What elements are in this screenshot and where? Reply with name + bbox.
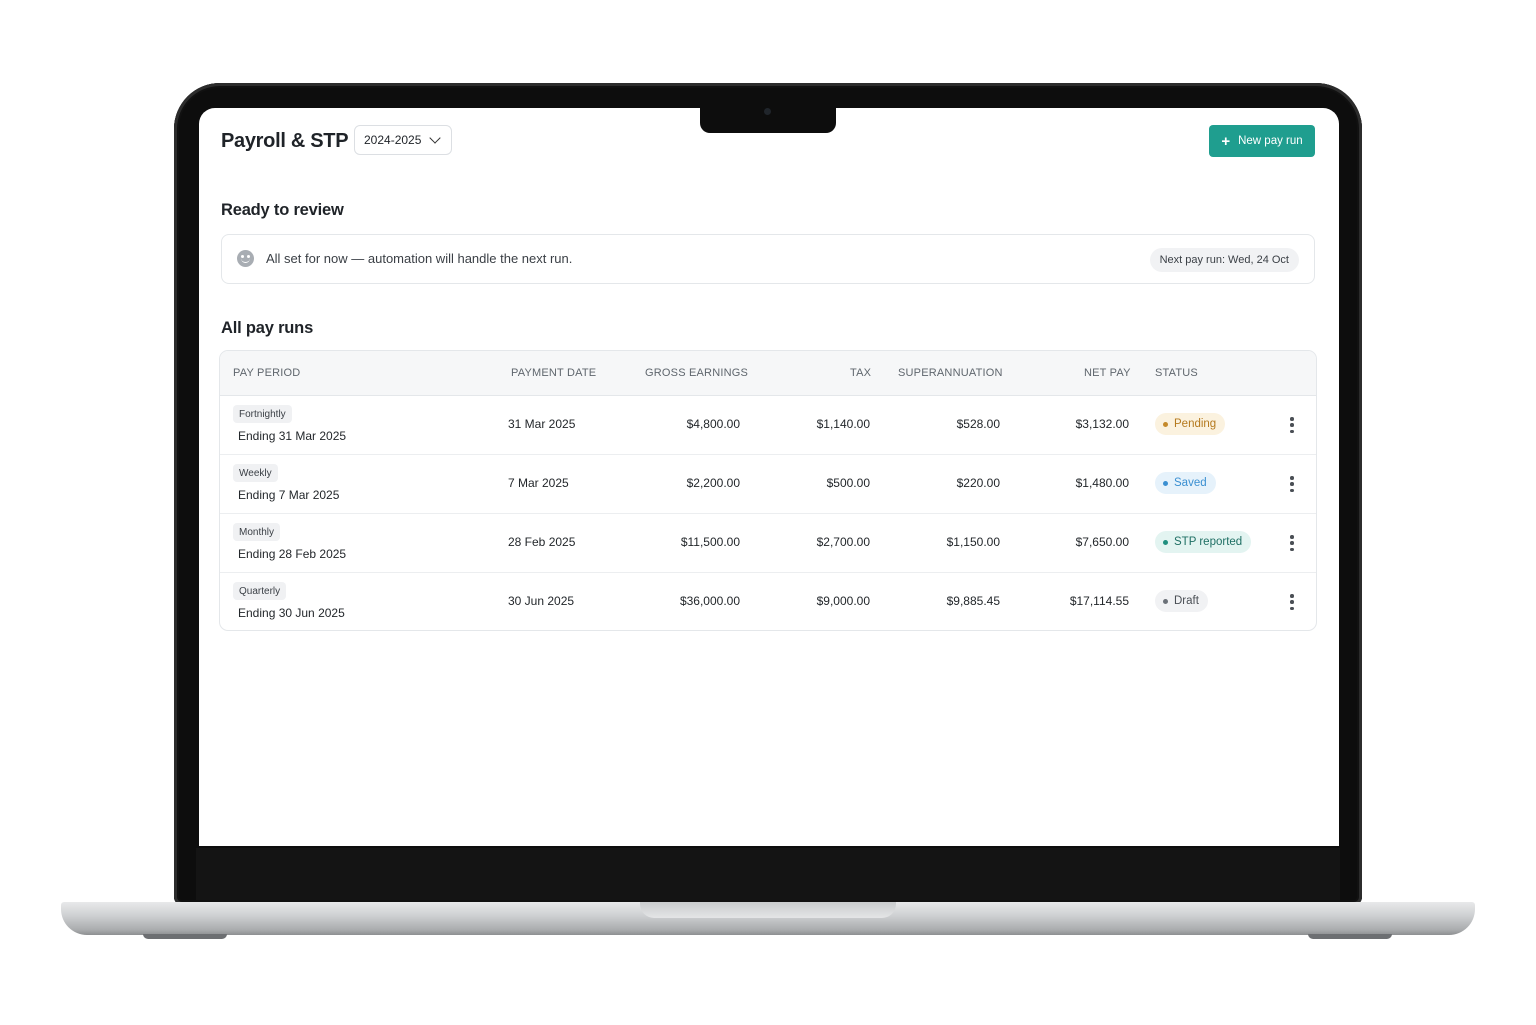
new-pay-run-button[interactable]: + New pay run [1209, 125, 1315, 157]
net-pay: $7,650.00 [1075, 535, 1129, 549]
column-header[interactable]: TAX [850, 367, 871, 379]
status-badge: Saved [1155, 472, 1216, 494]
frequency-tag: Monthly [233, 523, 281, 541]
frequency-tag: Weekly [233, 464, 278, 482]
kebab-menu-icon[interactable] [1290, 417, 1294, 433]
ready-to-review-heading: Ready to review [221, 201, 344, 219]
status-dot [1163, 598, 1168, 604]
chevron-down-icon [429, 132, 442, 144]
status-label: Saved [1174, 477, 1207, 489]
status-dot [1163, 480, 1168, 486]
laptop-base-notch [640, 902, 896, 918]
table-header: PAY PERIOD PAYMENT DATE GROSS EARNINGS T… [220, 351, 1316, 396]
laptop-foot [143, 934, 227, 939]
pay-period-ending: Ending 28 Feb 2025 [238, 547, 347, 561]
payment-date: 30 Jun 2025 [508, 594, 575, 608]
status-label: STP reported [1174, 536, 1243, 548]
tax: $2,700.00 [816, 535, 870, 549]
gross-earnings: $36,000.00 [679, 594, 740, 608]
status-label: Pending [1174, 418, 1217, 430]
gross-earnings: $2,200.00 [686, 476, 740, 490]
camera-icon [764, 108, 771, 115]
status-label: Draft [1174, 595, 1199, 607]
pay-runs-table: PAY PERIOD PAYMENT DATE GROSS EARNINGS T… [219, 350, 1317, 631]
year-select-value: 2024-2025 [364, 133, 422, 147]
next-pay-run-chip: Next pay run: Wed, 24 Oct [1149, 248, 1299, 272]
tax: $9,000.00 [816, 594, 870, 608]
review-info-card: All set for now — automation will handle… [221, 234, 1315, 284]
review-message: All set for now — automation will handle… [266, 251, 573, 266]
table-row[interactable]: Fortnightly Ending 31 Mar 2025 31 Mar 20… [220, 395, 1316, 455]
column-header[interactable]: GROSS EARNINGS [645, 367, 748, 379]
payment-date: 28 Feb 2025 [508, 535, 576, 549]
plus-icon: + [1221, 132, 1231, 150]
kebab-menu-icon[interactable] [1290, 476, 1294, 492]
smile-icon [237, 250, 254, 267]
pay-period-ending: Ending 30 Jun 2025 [238, 606, 345, 620]
table-row[interactable]: Quarterly Ending 30 Jun 2025 30 Jun 2025… [220, 572, 1316, 630]
gross-earnings: $11,500.00 [680, 535, 740, 549]
superannuation: $9,885.45 [946, 594, 1000, 608]
column-header[interactable]: PAYMENT DATE [511, 367, 596, 379]
year-select[interactable]: 2024-2025 [354, 125, 452, 155]
net-pay: $17,114.55 [1069, 594, 1129, 608]
pay-period-ending: Ending 7 Mar 2025 [238, 488, 340, 502]
frequency-tag: Quarterly [233, 582, 287, 600]
pay-period-ending: Ending 31 Mar 2025 [238, 429, 347, 443]
app-screen: Payroll & STP 2024-2025 + New pay run Re… [199, 108, 1339, 846]
kebab-menu-icon[interactable] [1290, 594, 1294, 610]
page-title: Payroll & STP [221, 130, 349, 152]
gross-earnings: $4,800.00 [686, 417, 740, 431]
table-row[interactable]: Monthly Ending 28 Feb 2025 28 Feb 2025 $… [220, 513, 1316, 573]
superannuation: $1,150.00 [946, 535, 1000, 549]
all-pay-runs-heading: All pay runs [221, 319, 314, 337]
status-badge: Pending [1155, 413, 1226, 435]
superannuation: $528.00 [956, 417, 1000, 431]
laptop-bezel [196, 848, 1340, 900]
column-header[interactable]: STATUS [1155, 367, 1198, 379]
payment-date: 7 Mar 2025 [508, 476, 569, 490]
net-pay: $3,132.00 [1075, 417, 1129, 431]
tax: $1,140.00 [816, 417, 870, 431]
camera-notch [700, 104, 836, 133]
laptop-foot [1308, 934, 1392, 939]
new-pay-run-label: New pay run [1238, 135, 1303, 147]
column-header[interactable]: PAY PERIOD [233, 367, 300, 379]
payment-date: 31 Mar 2025 [508, 417, 576, 431]
net-pay: $1,480.00 [1075, 476, 1129, 490]
tax: $500.00 [826, 476, 870, 490]
column-header[interactable]: NET PAY [1084, 367, 1131, 379]
status-badge: STP reported [1155, 531, 1252, 553]
superannuation: $220.00 [956, 476, 1000, 490]
table-row[interactable]: Weekly Ending 7 Mar 2025 7 Mar 2025 $2,2… [220, 454, 1316, 514]
kebab-menu-icon[interactable] [1290, 535, 1294, 551]
status-dot [1163, 539, 1168, 545]
frequency-tag: Fortnightly [233, 405, 292, 423]
column-header[interactable]: SUPERANNUATION [898, 367, 1003, 379]
status-dot [1163, 421, 1168, 427]
status-badge: Draft [1155, 590, 1208, 612]
